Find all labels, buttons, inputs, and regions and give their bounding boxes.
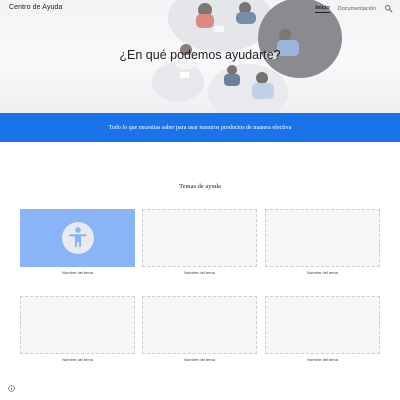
hero-heading: ¿En qué podemos ayudarte? — [119, 48, 281, 62]
topic-label[interactable]: Nombre del tema — [265, 357, 380, 362]
accessibility-icon — [61, 222, 94, 254]
topic-card[interactable]: Nombre del tema — [20, 296, 135, 362]
nav-link-inicio[interactable]: Inicio — [315, 5, 330, 13]
topic-card[interactable]: Nombre del tema — [265, 209, 380, 275]
topic-thumbnail[interactable] — [20, 209, 135, 267]
topics-heading: Temas de ayuda — [179, 183, 221, 190]
topic-card[interactable]: Nombre del tema — [265, 296, 380, 362]
nav-link-documentacion[interactable]: Documentación — [338, 6, 376, 12]
topic-thumbnail[interactable] — [20, 296, 135, 354]
hero-section: Centro de Ayuda Inicio Documentación ¿En… — [0, 0, 400, 113]
topic-card[interactable]: Nombre del tema — [142, 209, 257, 275]
topic-card[interactable]: Nombre del tema — [20, 209, 135, 275]
banner-text: Todo lo que necesitas saber para usar nu… — [108, 124, 292, 131]
info-icon[interactable] — [8, 385, 15, 392]
topic-label[interactable]: Nombre del tema — [142, 270, 257, 275]
topic-thumbnail[interactable] — [265, 209, 380, 267]
topic-thumbnail[interactable] — [142, 296, 257, 354]
top-nav: Inicio Documentación — [315, 4, 393, 13]
topic-label[interactable]: Nombre del tema — [20, 270, 135, 275]
intro-banner: Todo lo que necesitas saber para usar nu… — [0, 113, 400, 142]
topic-thumbnail[interactable] — [265, 296, 380, 354]
topic-label[interactable]: Nombre del tema — [20, 357, 135, 362]
topic-thumbnail[interactable] — [142, 209, 257, 267]
topic-label[interactable]: Nombre del tema — [265, 270, 380, 275]
topic-card[interactable]: Nombre del tema — [142, 296, 257, 362]
topic-label[interactable]: Nombre del tema — [142, 357, 257, 362]
search-icon[interactable] — [384, 4, 393, 13]
site-title[interactable]: Centro de Ayuda — [9, 4, 63, 11]
